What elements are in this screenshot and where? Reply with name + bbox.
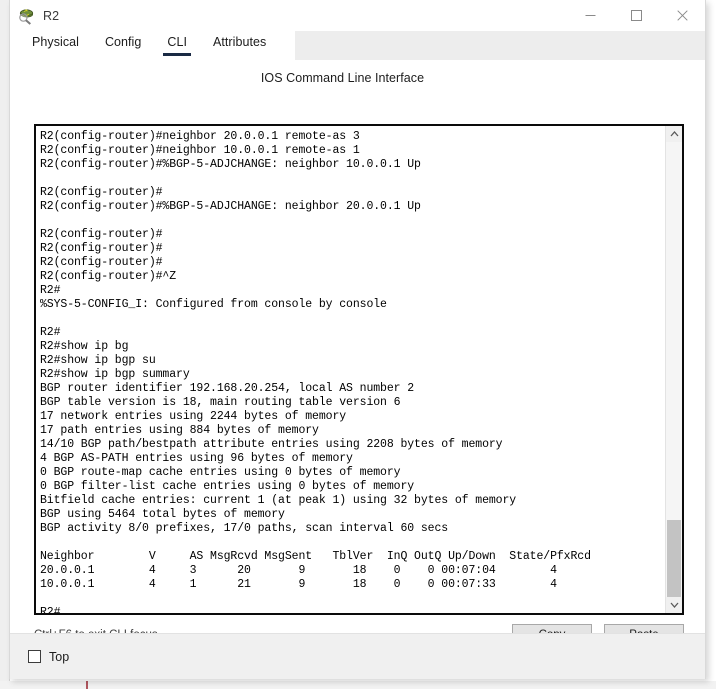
desktop-backdrop: R2 Physical Config CLI Attributes IOS Co… — [0, 0, 716, 689]
cli-panel: IOS Command Line Interface R2(config-rou… — [10, 60, 705, 679]
top-checkbox-label[interactable]: Top — [49, 650, 69, 664]
tab-attributes[interactable]: Attributes — [213, 31, 266, 56]
maximize-button[interactable] — [613, 0, 659, 31]
terminal-scrollbar[interactable] — [665, 126, 682, 613]
tab-config[interactable]: Config — [105, 31, 141, 56]
tab-cli-label: CLI — [167, 35, 187, 49]
tab-cli[interactable]: CLI — [163, 31, 191, 56]
tab-attributes-label: Attributes — [213, 35, 267, 49]
tab-physical[interactable]: Physical — [32, 31, 79, 56]
top-checkbox[interactable] — [28, 650, 41, 663]
tab-cli-underline — [163, 53, 191, 56]
window-title: R2 — [43, 8, 60, 23]
device-tabs: Physical Config CLI Attributes — [10, 31, 705, 60]
router-magnifier-icon — [18, 7, 36, 25]
r2-device-window: R2 Physical Config CLI Attributes IOS Co… — [9, 0, 706, 679]
minimize-icon — [585, 15, 595, 16]
background-accent-line — [86, 681, 88, 689]
cli-heading: IOS Command Line Interface — [260, 71, 425, 85]
scroll-down-arrow-icon[interactable] — [666, 597, 682, 613]
close-icon — [676, 10, 688, 21]
minimize-button[interactable] — [567, 0, 613, 31]
window-bottom-bar: Top — [10, 633, 705, 679]
tab-physical-label: Physical — [32, 35, 79, 49]
background-bottom-strip — [0, 681, 716, 689]
cli-terminal-output[interactable]: R2(config-router)#neighbor 20.0.0.1 remo… — [36, 126, 665, 613]
cli-terminal-text: R2(config-router)#neighbor 20.0.0.1 remo… — [40, 130, 591, 613]
close-button[interactable] — [659, 0, 705, 31]
terminal-scrollbar-thumb[interactable] — [667, 520, 681, 598]
maximize-icon — [630, 10, 642, 21]
cli-terminal-container[interactable]: R2(config-router)#neighbor 20.0.0.1 remo… — [34, 124, 684, 615]
window-controls — [567, 0, 705, 31]
tab-config-label: Config — [104, 35, 142, 49]
window-titlebar: R2 — [10, 0, 705, 31]
scroll-up-arrow-icon[interactable] — [666, 126, 682, 142]
